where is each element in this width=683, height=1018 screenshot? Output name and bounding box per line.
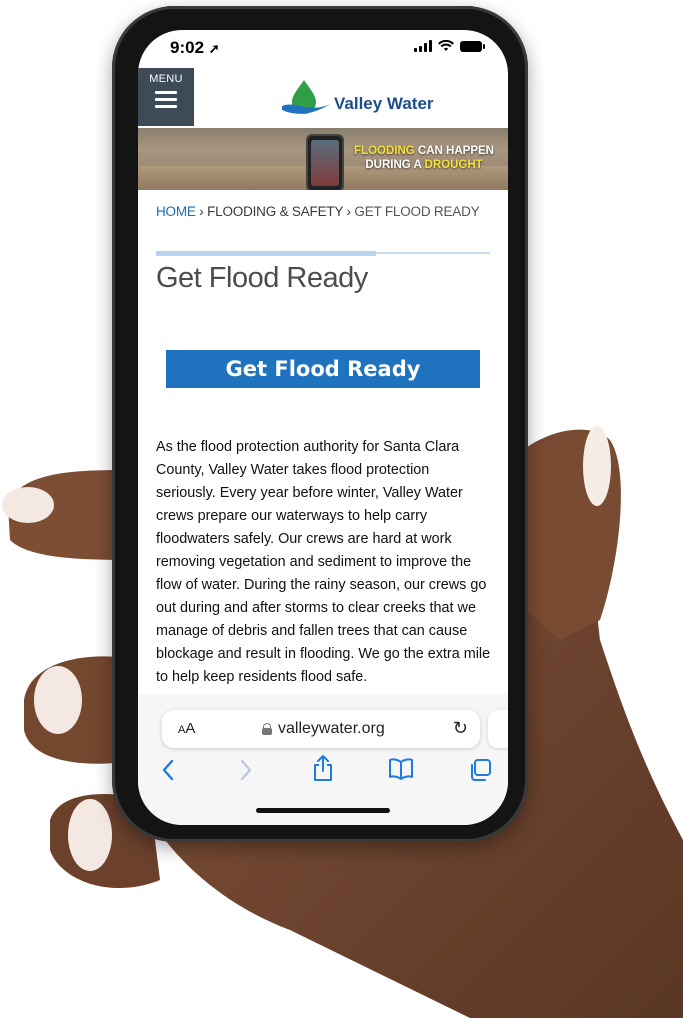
- intro-paragraph: As the flood protection authority for Sa…: [156, 439, 491, 685]
- forward-icon[interactable]: [238, 758, 254, 782]
- banner-line2-rest: DURING A: [365, 159, 425, 171]
- breadcrumb-separator: ›: [343, 204, 355, 219]
- hamburger-icon: [155, 91, 177, 108]
- menu-button[interactable]: MENU: [138, 68, 194, 126]
- time-text: 9:02: [170, 38, 205, 57]
- status-bar: 9:02 ➚: [138, 30, 508, 66]
- tabs-icon[interactable]: [468, 758, 492, 782]
- status-time: 9:02 ➚: [170, 38, 220, 58]
- logo-text: Valley Water: [334, 94, 434, 113]
- page-title: Get Flood Ready: [156, 262, 368, 294]
- navigation-arrow-icon: ➚: [208, 41, 220, 56]
- site-header: MENU Valley Water: [138, 68, 508, 126]
- url-display[interactable]: valleywater.org: [262, 720, 385, 738]
- safari-toolbar: [138, 755, 508, 794]
- drought-banner[interactable]: FLOODING CAN HAPPEN DURING A DROUGHT: [138, 128, 508, 190]
- bookmarks-icon[interactable]: [388, 758, 414, 780]
- breadcrumb-separator: ›: [195, 204, 208, 219]
- wifi-icon: [438, 40, 454, 51]
- banner-highlight-drought: DROUGHT: [424, 159, 483, 171]
- back-icon[interactable]: [160, 758, 176, 782]
- signal-icon: [414, 40, 432, 52]
- share-icon[interactable]: [312, 754, 334, 782]
- menu-label: MENU: [149, 73, 183, 85]
- home-indicator: [256, 808, 390, 813]
- address-bar[interactable]: AA valleywater.org ↻: [162, 710, 480, 748]
- reader-aa-button[interactable]: AA: [178, 720, 195, 737]
- breadcrumb-home[interactable]: HOME: [156, 204, 196, 219]
- get-flood-ready-button[interactable]: Get Flood Ready: [166, 350, 480, 388]
- breadcrumb-section[interactable]: FLOODING & SAFETY: [207, 204, 343, 219]
- lock-icon: [262, 723, 272, 735]
- breadcrumb-current: GET FLOOD READY: [354, 204, 480, 219]
- banner-line1-rest: CAN HAPPEN: [414, 145, 494, 157]
- title-divider-accent: [156, 251, 376, 256]
- breadcrumb: HOME › FLOODING & SAFETY › GET FLOOD REA…: [156, 204, 480, 219]
- next-tab-peek[interactable]: [488, 710, 508, 748]
- battery-icon: [460, 40, 485, 52]
- banner-highlight-flooding: FLOODING: [354, 145, 415, 157]
- water-drop-logo-icon: [282, 80, 330, 114]
- valley-water-logo[interactable]: Valley Water: [282, 78, 434, 118]
- reload-icon[interactable]: ↻: [453, 718, 468, 739]
- banner-text: FLOODING CAN HAPPEN DURING A DROUGHT: [344, 144, 504, 172]
- url-text: valleywater.org: [278, 720, 385, 737]
- phone-screen: 9:02 ➚ MENU Valley Water FLOODING CAN HA…: [138, 30, 508, 825]
- status-icons: [414, 40, 485, 52]
- banner-phone-image: [306, 134, 344, 190]
